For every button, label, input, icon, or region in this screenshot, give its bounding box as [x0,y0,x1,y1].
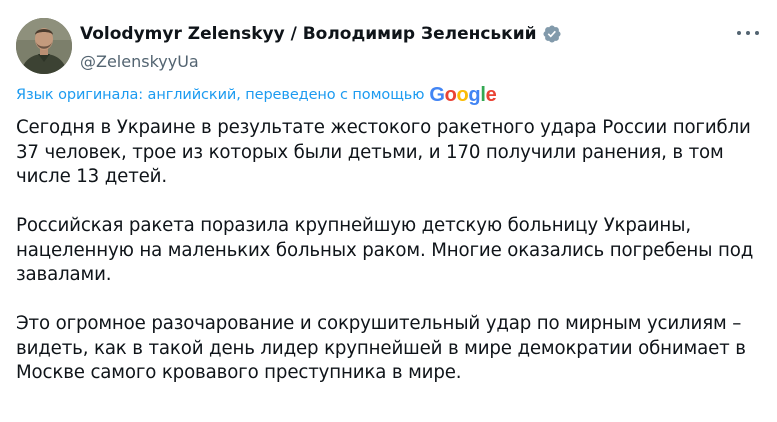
tweet-paragraph: Сегодня в Украине в результате жестокого… [16,117,751,187]
tweet: Volodymyr Zelenskyy / Володимир Зеленськ… [0,0,777,422]
translation-attribution: Язык оригинала: английский, переведено с… [16,84,497,106]
display-name[interactable]: Volodymyr Zelenskyy / Володимир Зеленськ… [80,24,537,44]
verified-badge-icon[interactable] [542,24,562,44]
tweet-paragraph: Российская ракета поразила крупнейшую де… [16,215,754,285]
more-options-icon[interactable] [737,28,759,38]
tweet-paragraph: Это огромное разочарование и сокрушитель… [16,313,746,383]
tweet-text: Сегодня в Украине в результате жестокого… [16,116,761,386]
author-handle[interactable]: @ZelenskyyUa [80,51,700,73]
translation-note[interactable]: Язык оригинала: английский, переведено с… [16,87,424,103]
avatar-image [16,18,72,74]
avatar[interactable] [16,18,72,74]
display-name-row: Volodymyr Zelenskyy / Володимир Зеленськ… [80,22,700,46]
author-header: Volodymyr Zelenskyy / Володимир Зеленськ… [80,22,700,73]
google-logo: Google [429,84,497,106]
